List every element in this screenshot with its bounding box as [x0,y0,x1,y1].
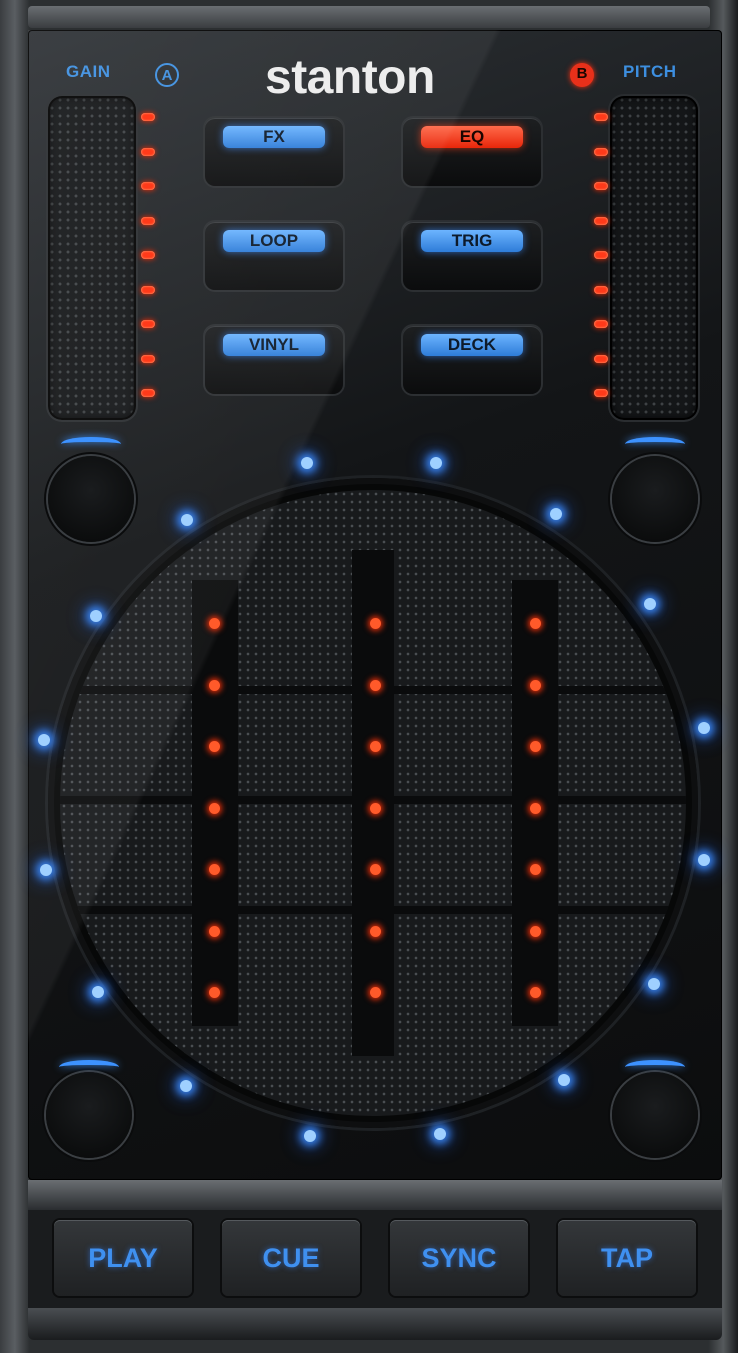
wheel-position-led [209,618,220,629]
wheel-position-led [370,987,381,998]
wheel-position-led [530,679,541,691]
deck-button[interactable]: DECK [403,326,541,394]
wheel-position-led [530,925,541,937]
tap-button[interactable]: TAP [558,1220,696,1296]
pitch-meter-led [594,354,608,363]
pitch-label: PITCH [623,62,677,81]
gain-meter-led [141,251,155,259]
bottom-left-knob[interactable] [46,1072,132,1158]
bottom-right-knob[interactable] [612,1072,698,1158]
wheel-position-led [209,741,220,752]
wheel-position-led [370,741,381,752]
sync-button[interactable]: SYNC [390,1220,528,1296]
ring-led [38,734,50,746]
cue-button[interactable]: CUE [222,1220,360,1296]
gain-meter-led [141,389,155,397]
brand-logo: stanton [265,51,435,104]
pitch-meter-led [594,389,608,397]
ring-led [180,1080,192,1092]
loop-button[interactable]: LOOP [205,222,343,290]
bottom-right-knob-indicator [625,1060,685,1074]
gain-meter-led [141,320,155,328]
ring-led [40,864,52,876]
pitch-meter-led [594,320,608,328]
loop-button-label: LOOP [223,230,325,252]
wheel-position-led [370,679,381,691]
ring-led [301,457,313,469]
gain-meter-led [141,354,155,363]
wheel-position-led [530,987,541,998]
top-left-knob[interactable] [48,456,134,542]
pitch-meter-led [594,147,608,156]
gain-label: GAIN [66,62,111,81]
vinyl-button-label: VINYL [223,334,325,356]
pitch-meter-led [594,285,608,294]
ring-led [558,1074,570,1086]
ring-led [304,1130,316,1142]
ring-led [644,598,656,610]
vinyl-button[interactable]: VINYL [205,326,343,394]
ring-led [434,1128,446,1140]
wheel-position-led [530,741,541,752]
play-button[interactable]: PLAY [54,1220,192,1296]
ring-led [698,722,710,734]
bottom-bezel [28,1180,722,1210]
deck-a-indicator: A [155,63,179,87]
top-right-knob-indicator [625,437,685,451]
wheel-position-led [370,864,381,875]
wheel-position-led [370,925,381,937]
pitch-meter-led [594,182,608,190]
wheel-groove [60,906,686,914]
wheel-position-led [370,802,381,814]
wheel-position-led [530,802,541,814]
gain-meter-led [141,113,155,121]
wheel-position-led [209,679,220,691]
top-right-knob[interactable] [612,456,698,542]
ring-led [430,457,442,469]
deck-button-label: DECK [421,334,523,356]
ring-led [92,986,104,998]
ring-led [648,978,660,990]
wheel-position-led [530,864,541,875]
deck-b-indicator: B [570,63,594,87]
pitch-meter-led [594,216,608,225]
bottom-lip [28,1308,722,1340]
wheel-position-led [209,987,220,998]
pitch-touch-strip[interactable] [610,96,698,420]
wheel-position-led [370,618,381,629]
gain-touch-strip[interactable] [48,96,136,420]
gain-meter-led [141,182,155,190]
wheel-position-led [209,925,220,937]
gain-meter-led [141,216,155,225]
trig-button[interactable]: TRIG [403,222,541,290]
wheel-position-led [530,618,541,629]
pitch-meter-led [594,251,608,259]
gain-meter-led [141,285,155,294]
wheel-position-led [209,864,220,875]
ring-led [550,508,562,520]
wheel-position-led [209,802,220,814]
ring-led [90,610,102,622]
top-bezel [28,6,710,28]
fx-button[interactable]: FX [205,118,343,186]
gain-meter-led [141,147,155,156]
ring-led [698,854,710,866]
ring-led [181,514,193,526]
top-left-knob-indicator [61,437,121,451]
eq-button[interactable]: EQ [403,118,541,186]
fx-button-label: FX [223,126,325,148]
eq-button-label: EQ [421,126,523,148]
bottom-left-knob-indicator [59,1060,119,1074]
pitch-meter-led [594,113,608,121]
trig-button-label: TRIG [421,230,523,252]
